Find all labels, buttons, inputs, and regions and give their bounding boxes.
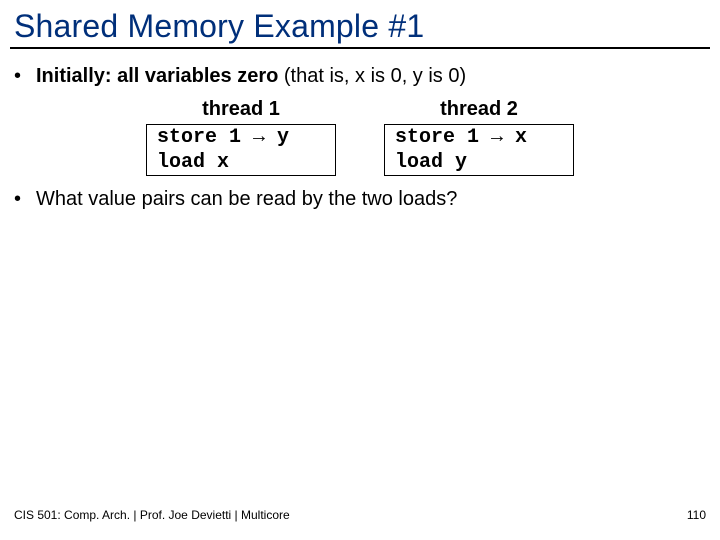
title-rule <box>10 47 710 49</box>
thread-2: thread 2 store 1 → x load y <box>384 96 574 176</box>
slide-number: 110 <box>687 508 706 522</box>
slide-title: Shared Memory Example #1 <box>0 0 720 47</box>
thread-2-title: thread 2 <box>384 96 574 123</box>
bullet-initial-bold: Initially: all variables zero <box>36 65 278 87</box>
bullet-dot-icon: • <box>14 63 36 90</box>
thread-1-title: thread 1 <box>146 96 336 123</box>
threads-container: thread 1 store 1 → y load x thread 2 sto… <box>14 96 706 176</box>
bullet-initial: • Initially: all variables zero (that is… <box>14 63 706 90</box>
thread-1-box: store 1 → y load x <box>146 124 336 176</box>
thread-2-box: store 1 → x load y <box>384 124 574 176</box>
thread-2-line-1: store 1 → x <box>395 125 563 150</box>
bullet-dot-icon: • <box>14 186 36 213</box>
thread-2-line-2: load y <box>395 150 563 175</box>
thread-1: thread 1 store 1 → y load x <box>146 96 336 176</box>
thread-1-line-2: load x <box>157 150 325 175</box>
bullet-initial-text: Initially: all variables zero (that is, … <box>36 63 466 90</box>
thread-1-line-1: store 1 → y <box>157 125 325 150</box>
bullet-question: • What value pairs can be read by the tw… <box>14 186 706 213</box>
footer-left: CIS 501: Comp. Arch. | Prof. Joe Deviett… <box>14 508 290 522</box>
bullet-question-text: What value pairs can be read by the two … <box>36 186 457 213</box>
bullet-initial-rest: (that is, x is 0, y is 0) <box>278 65 466 87</box>
footer: CIS 501: Comp. Arch. | Prof. Joe Deviett… <box>14 508 706 522</box>
slide-content: • Initially: all variables zero (that is… <box>0 63 720 213</box>
